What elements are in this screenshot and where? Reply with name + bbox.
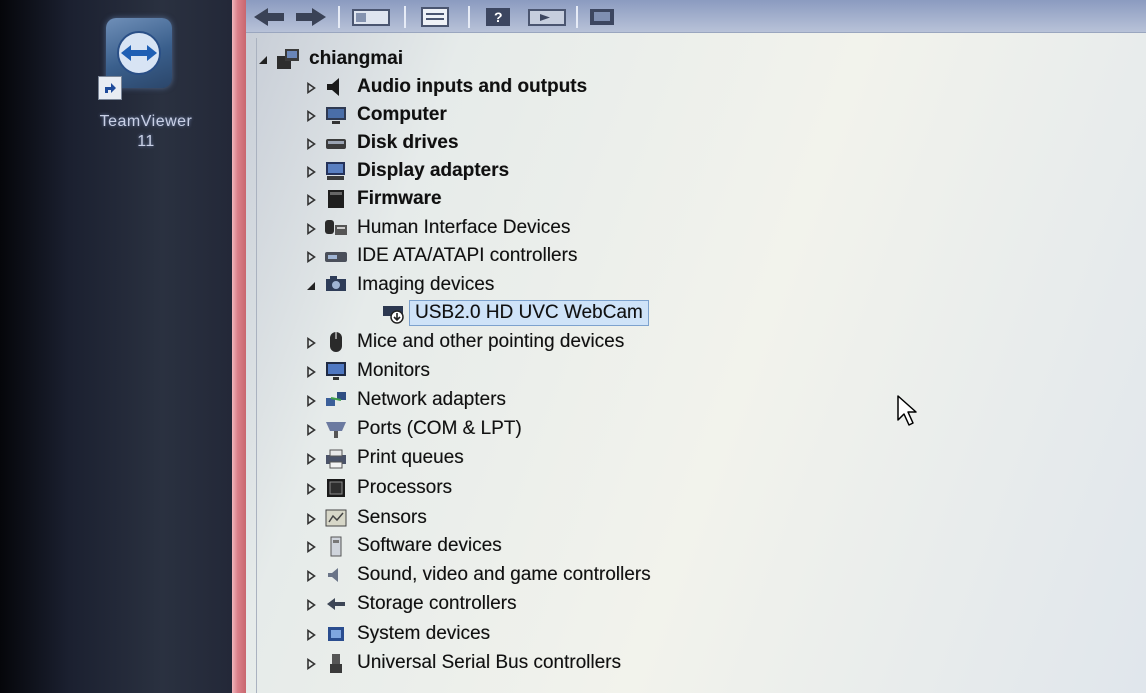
- usb-icon: [323, 651, 349, 675]
- toolbar: ?: [246, 0, 1146, 33]
- tree-item-label: Sensors: [357, 507, 427, 528]
- tree-item-label: Universal Serial Bus controllers: [357, 652, 621, 673]
- expand-arrow-icon[interactable]: [305, 541, 317, 553]
- expand-arrow-icon[interactable]: [305, 424, 317, 436]
- disk-drive-icon: [323, 131, 349, 155]
- tree-item-label: Disk drives: [357, 132, 459, 153]
- computer-name-icon: [275, 47, 301, 71]
- tree-item-label: Network adapters: [357, 389, 506, 410]
- expand-arrow-icon[interactable]: [305, 138, 317, 150]
- expand-arrow-icon[interactable]: [305, 513, 317, 525]
- expand-arrow-icon[interactable]: [305, 629, 317, 641]
- tree-item-label: System devices: [357, 623, 491, 644]
- update-driver-button[interactable]: [526, 6, 568, 28]
- tree-item-label: Display adapters: [357, 160, 510, 181]
- tree-item-label: Monitors: [357, 360, 430, 381]
- mouse-pointer-icon: [897, 395, 917, 426]
- webcam-icon: [381, 301, 407, 325]
- tree-item-label: Mice and other pointing devices: [357, 331, 625, 352]
- help-button[interactable]: ?: [482, 6, 514, 28]
- desktop: TeamViewer 11: [0, 0, 232, 693]
- scan-hardware-changes-button[interactable]: [586, 6, 618, 28]
- printer-icon: [323, 446, 349, 470]
- mouse-icon: [323, 330, 349, 354]
- tree-item-label: Processors: [357, 477, 453, 498]
- expand-arrow-icon[interactable]: [305, 395, 317, 407]
- desktop-icon-label: TeamViewer 11: [99, 113, 193, 150]
- system-icon: [323, 622, 349, 646]
- monitor-icon: [323, 359, 349, 383]
- expand-arrow-icon[interactable]: [305, 337, 317, 349]
- tree-item-label: Software devices: [357, 535, 502, 556]
- expand-arrow-icon[interactable]: [305, 82, 317, 94]
- tree-item-label: Storage controllers: [357, 593, 517, 614]
- expand-arrow-icon[interactable]: [305, 658, 317, 670]
- sensor-icon: [323, 506, 349, 530]
- device-tree: chiangmai Audio inputs and outputs Comput…: [256, 38, 1146, 693]
- sound-icon: [323, 563, 349, 587]
- tree-item-label: USB2.0 HD UVC WebCam: [409, 300, 649, 326]
- tree-item-label: IDE ATA/ATAPI controllers: [357, 245, 578, 266]
- shortcut-arrow-icon: [98, 76, 122, 100]
- expand-arrow-icon[interactable]: [305, 166, 317, 178]
- toolbar-separator: [468, 6, 470, 28]
- collapse-arrow-icon[interactable]: [257, 54, 269, 66]
- software-device-icon: [323, 534, 349, 558]
- processor-icon: [323, 476, 349, 500]
- tree-item-label: Print queues: [357, 447, 464, 468]
- back-button[interactable]: [250, 6, 290, 28]
- firmware-icon: [323, 187, 349, 211]
- expand-arrow-icon[interactable]: [305, 194, 317, 206]
- forward-button[interactable]: [290, 6, 330, 28]
- expand-arrow-icon[interactable]: [305, 453, 317, 465]
- svg-text:?: ?: [494, 9, 503, 25]
- show-hide-console-tree-button[interactable]: [350, 6, 392, 28]
- tree-root-label: chiangmai: [309, 48, 403, 69]
- expand-arrow-icon[interactable]: [305, 483, 317, 495]
- tree-item-label: Imaging devices: [357, 274, 495, 295]
- expand-arrow-icon[interactable]: [305, 366, 317, 378]
- properties-button[interactable]: [418, 6, 452, 28]
- device-manager-window: ? chiangmai Audio inputs and outputs Comp…: [246, 0, 1146, 693]
- tree-item-label: Human Interface Devices: [357, 217, 571, 238]
- collapse-arrow-icon[interactable]: [305, 280, 317, 292]
- window-border: [232, 0, 246, 693]
- expand-arrow-icon[interactable]: [305, 570, 317, 582]
- port-icon: [323, 417, 349, 441]
- tree-item-label: Audio inputs and outputs: [357, 76, 588, 97]
- computer-icon: [323, 103, 349, 127]
- network-icon: [323, 388, 349, 412]
- toolbar-separator: [576, 6, 578, 28]
- tree-item-label: Firmware: [357, 188, 442, 209]
- tree-item-label: Computer: [357, 104, 447, 125]
- expand-arrow-icon[interactable]: [305, 223, 317, 235]
- ide-controller-icon: [323, 244, 349, 268]
- expand-arrow-icon[interactable]: [305, 110, 317, 122]
- toolbar-separator: [338, 6, 340, 28]
- speaker-icon: [323, 75, 349, 99]
- tree-item-label: Sound, video and game controllers: [357, 564, 651, 585]
- expand-arrow-icon[interactable]: [305, 599, 317, 611]
- storage-icon: [323, 592, 349, 616]
- toolbar-separator: [404, 6, 406, 28]
- camera-icon: [323, 273, 349, 297]
- teamviewer-desktop-shortcut[interactable]: TeamViewer 11: [84, 14, 208, 164]
- tree-item-label: Ports (COM & LPT): [357, 418, 522, 439]
- expand-arrow-icon[interactable]: [305, 251, 317, 263]
- hid-icon: [323, 216, 349, 240]
- display-adapter-icon: [323, 159, 349, 183]
